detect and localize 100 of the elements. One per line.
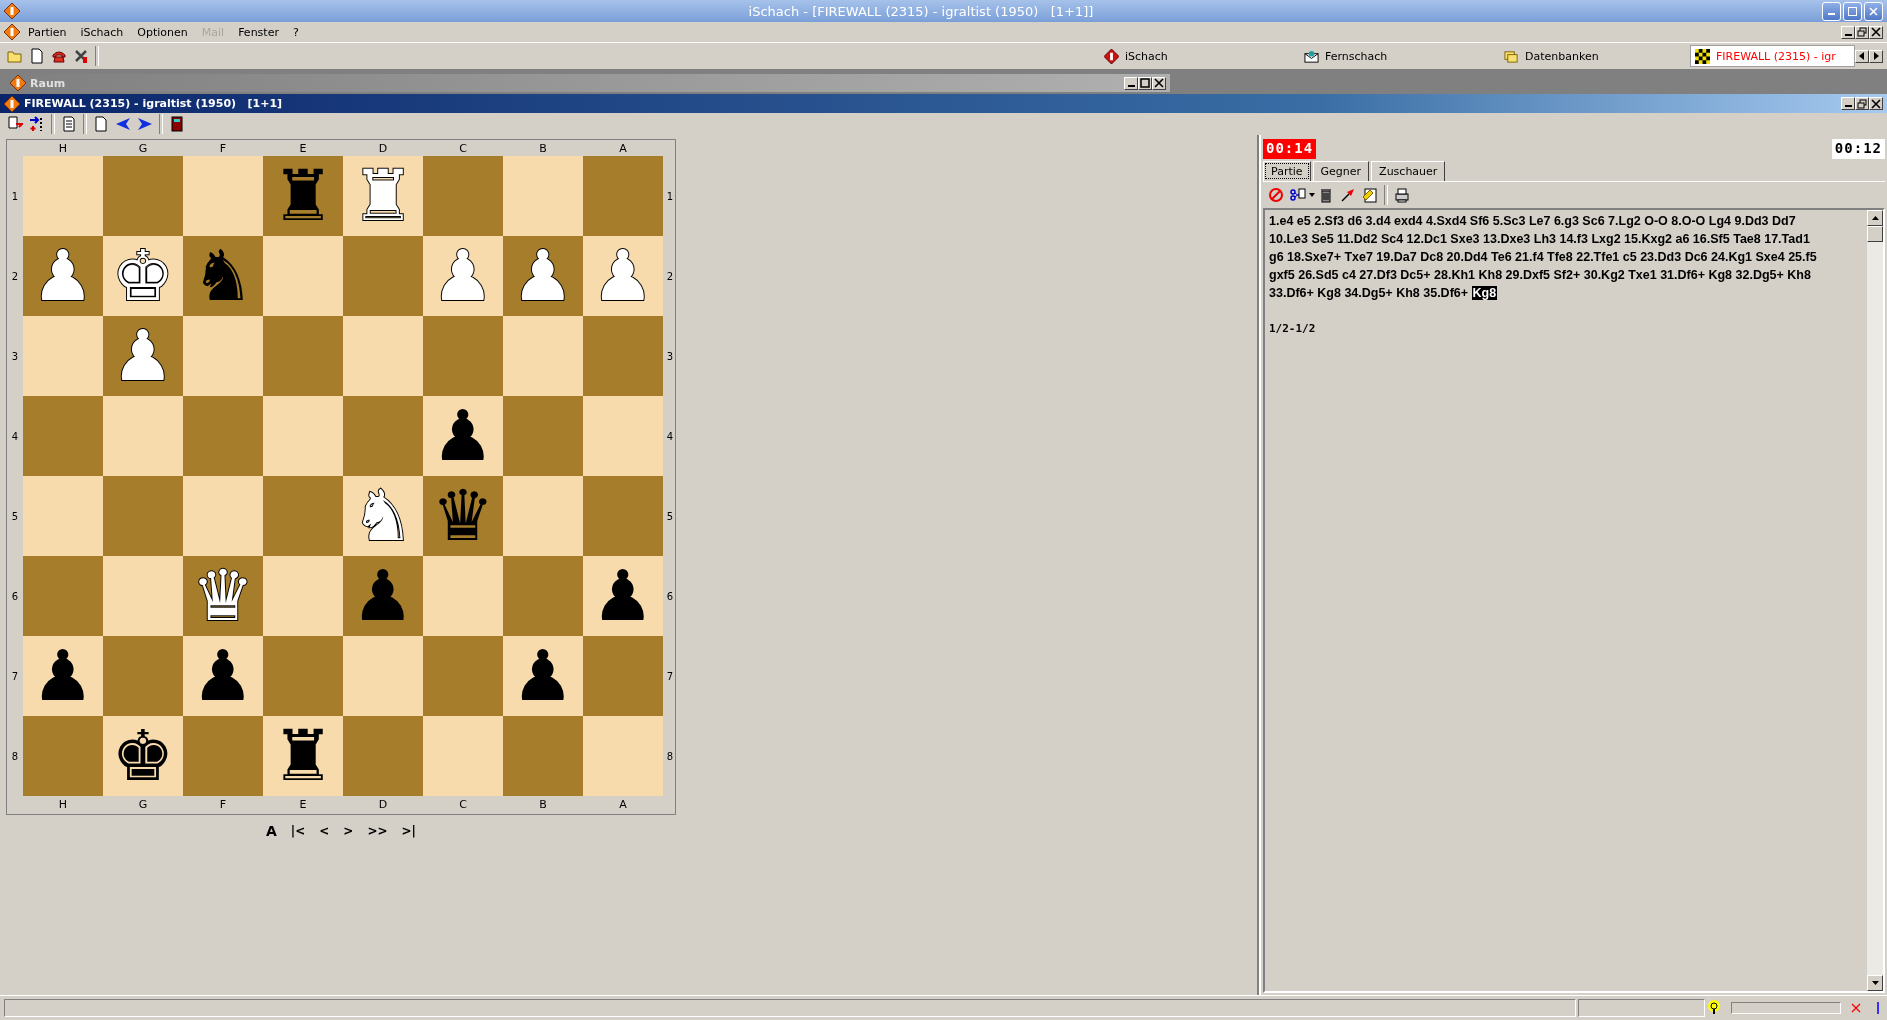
board-square[interactable]: [23, 476, 103, 556]
navigation-button[interactable]: A: [261, 821, 282, 841]
board-square[interactable]: [583, 476, 663, 556]
board-square[interactable]: [263, 636, 343, 716]
board-square[interactable]: [583, 396, 663, 476]
board-square[interactable]: [503, 716, 583, 796]
board-square[interactable]: [183, 716, 263, 796]
board-square[interactable]: [103, 556, 183, 636]
chess-piece[interactable]: ♜: [271, 721, 335, 791]
chess-piece[interactable]: ♟: [351, 561, 415, 631]
board-square[interactable]: [343, 316, 423, 396]
board-square[interactable]: ♞: [183, 236, 263, 316]
board-square[interactable]: [103, 476, 183, 556]
current-move[interactable]: Kg8: [1471, 286, 1498, 300]
board-square[interactable]: ♟: [23, 636, 103, 716]
window-tab[interactable]: iSchach: [1090, 45, 1290, 67]
chess-piece[interactable]: ♟: [511, 641, 575, 711]
board-square[interactable]: ♟: [503, 236, 583, 316]
board-square[interactable]: ♛: [183, 556, 263, 636]
board-square[interactable]: ♟: [503, 636, 583, 716]
board-square[interactable]: [583, 316, 663, 396]
close-button[interactable]: [1152, 76, 1166, 90]
navigation-button[interactable]: >: [338, 821, 359, 841]
restore-button[interactable]: [1855, 25, 1869, 39]
minimize-button[interactable]: [1841, 25, 1855, 39]
scroll-left-button[interactable]: [1855, 49, 1869, 63]
board-square[interactable]: ♟: [23, 236, 103, 316]
board-square[interactable]: ♛: [423, 476, 503, 556]
board-square[interactable]: [183, 476, 263, 556]
maximize-button[interactable]: [1138, 76, 1152, 90]
board-square[interactable]: ♟: [423, 396, 503, 476]
board-square[interactable]: ♟: [343, 556, 423, 636]
board-square[interactable]: [503, 156, 583, 236]
board-square[interactable]: [263, 476, 343, 556]
chess-piece[interactable]: ♟: [191, 641, 255, 711]
board-square[interactable]: [103, 156, 183, 236]
board-square[interactable]: [423, 316, 503, 396]
scrollbar[interactable]: [1867, 210, 1883, 991]
board-square[interactable]: [263, 316, 343, 396]
board-square[interactable]: ♚: [103, 716, 183, 796]
board-square[interactable]: [23, 716, 103, 796]
chess-piece[interactable]: ♞: [191, 241, 255, 311]
scroll-thumb[interactable]: [1867, 226, 1883, 242]
board-square[interactable]: [423, 156, 503, 236]
board-square[interactable]: [423, 556, 503, 636]
board-square[interactable]: ♟: [183, 636, 263, 716]
restore-button[interactable]: [1855, 97, 1869, 110]
caret-icon[interactable]: [1309, 193, 1315, 197]
navigation-button[interactable]: <: [314, 821, 335, 841]
scroll-right-button[interactable]: [1869, 49, 1883, 63]
chess-piece[interactable]: ♜: [271, 161, 335, 231]
board-square[interactable]: [343, 636, 423, 716]
menu-item[interactable]: Optionen: [131, 25, 194, 39]
board-square[interactable]: [583, 716, 663, 796]
menu-item[interactable]: ?: [286, 25, 305, 39]
board-square[interactable]: [23, 556, 103, 636]
board-square[interactable]: ♜: [263, 156, 343, 236]
chess-piece[interactable]: ♛: [191, 561, 255, 631]
board-square[interactable]: [23, 316, 103, 396]
chess-piece[interactable]: ♛: [431, 481, 495, 551]
chess-piece[interactable]: ♟: [111, 321, 175, 391]
board-square[interactable]: ♜: [263, 716, 343, 796]
chess-piece[interactable]: ♟: [431, 401, 495, 471]
board-square[interactable]: [423, 636, 503, 716]
board-square[interactable]: [263, 236, 343, 316]
board-square[interactable]: [103, 396, 183, 476]
board-square[interactable]: ♟: [583, 556, 663, 636]
board-square[interactable]: [423, 716, 503, 796]
panel-tab[interactable]: Gegner: [1312, 161, 1370, 181]
up-arrow-icon[interactable]: [1871, 216, 1879, 220]
panel-tab[interactable]: Partie: [1263, 161, 1311, 181]
board-square[interactable]: [503, 556, 583, 636]
board-square[interactable]: [23, 396, 103, 476]
window-tab[interactable]: Fernschach: [1290, 45, 1490, 67]
chess-piece[interactable]: ♟: [511, 241, 575, 311]
board-square[interactable]: [583, 636, 663, 716]
chess-piece[interactable]: ♟: [31, 641, 95, 711]
chess-piece[interactable]: ♟: [31, 241, 95, 311]
panel-tab[interactable]: Zuschauer: [1371, 161, 1446, 181]
close-button[interactable]: [1869, 97, 1883, 110]
board-square[interactable]: [503, 476, 583, 556]
menu-item[interactable]: Partien: [22, 25, 73, 39]
menu-item[interactable]: iSchach: [74, 25, 130, 39]
chess-piece[interactable]: ♟: [591, 561, 655, 631]
navigation-button[interactable]: |<: [285, 821, 311, 841]
board-square[interactable]: [263, 396, 343, 476]
board-square[interactable]: [183, 316, 263, 396]
board-square[interactable]: [263, 556, 343, 636]
board-square[interactable]: [343, 236, 423, 316]
board-square[interactable]: [343, 396, 423, 476]
navigation-button[interactable]: >|: [396, 821, 421, 841]
board-square[interactable]: [103, 636, 183, 716]
close-button[interactable]: [1869, 25, 1883, 39]
menu-item[interactable]: Fenster: [232, 25, 285, 39]
window-tab[interactable]: Datenbanken: [1490, 45, 1690, 67]
board-square[interactable]: [183, 156, 263, 236]
board-square[interactable]: [183, 396, 263, 476]
chess-piece[interactable]: ♚: [111, 721, 175, 791]
board-square[interactable]: [23, 156, 103, 236]
navigation-button[interactable]: >>: [362, 821, 393, 841]
